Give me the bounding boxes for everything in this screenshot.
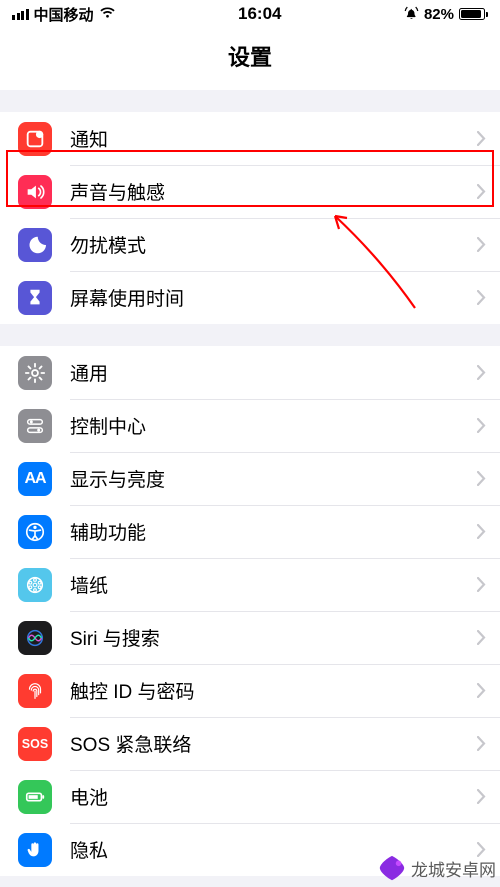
row-siri[interactable]: Siri 与搜索 — [0, 611, 500, 664]
aa-icon: AA — [18, 462, 52, 496]
row-screentime[interactable]: 屏幕使用时间 — [0, 271, 500, 324]
row-general[interactable]: 通用 — [0, 346, 500, 399]
moon-icon — [18, 228, 52, 262]
notifications-icon — [18, 122, 52, 156]
row-label: 屏幕使用时间 — [70, 284, 477, 311]
row-label: 声音与触感 — [70, 178, 477, 205]
chevron-right-icon — [477, 736, 486, 751]
chevron-right-icon — [477, 630, 486, 645]
chevron-right-icon — [477, 131, 486, 146]
signal-icon — [12, 9, 29, 20]
chevron-right-icon — [477, 290, 486, 305]
status-bar: 中国移动 16:04 82% — [0, 0, 500, 28]
row-label: 勿扰模式 — [70, 231, 477, 258]
gear-icon — [18, 356, 52, 390]
watermark-text: 龙城安卓网 — [411, 856, 496, 881]
chevron-right-icon — [477, 184, 486, 199]
hand-icon — [18, 833, 52, 867]
carrier-label: 中国移动 — [34, 4, 94, 25]
sos-icon: SOS — [18, 727, 52, 761]
row-touchid[interactable]: 触控 ID 与密码 — [0, 664, 500, 717]
wifi-icon — [99, 6, 116, 23]
settings-group-1: 通知 声音与触感 勿扰模式 屏幕使用时间 — [0, 112, 500, 324]
status-time: 16:04 — [238, 4, 281, 24]
switches-icon — [18, 409, 52, 443]
row-label: SOS 紧急联络 — [70, 730, 477, 757]
row-label: 显示与亮度 — [70, 465, 477, 492]
sound-icon — [18, 175, 52, 209]
row-label: 墙纸 — [70, 571, 477, 598]
row-sounds[interactable]: 声音与触感 — [0, 165, 500, 218]
page-title: 设置 — [0, 28, 500, 90]
chevron-right-icon — [477, 577, 486, 592]
accessibility-icon — [18, 515, 52, 549]
fingerprint-icon — [18, 674, 52, 708]
row-label: 触控 ID 与密码 — [70, 677, 477, 704]
row-display[interactable]: AA 显示与亮度 — [0, 452, 500, 505]
chevron-right-icon — [477, 471, 486, 486]
watermark: 龙城安卓网 — [377, 853, 496, 883]
row-dnd[interactable]: 勿扰模式 — [0, 218, 500, 271]
hourglass-icon — [18, 281, 52, 315]
row-wallpaper[interactable]: 墙纸 — [0, 558, 500, 611]
row-label: 通知 — [70, 125, 477, 152]
status-right: 82% — [404, 5, 488, 24]
alarm-icon — [404, 5, 419, 24]
row-label: 辅助功能 — [70, 518, 477, 545]
row-battery[interactable]: 电池 — [0, 770, 500, 823]
row-notifications[interactable]: 通知 — [0, 112, 500, 165]
row-label: Siri 与搜索 — [70, 624, 477, 651]
row-controlcenter[interactable]: 控制中心 — [0, 399, 500, 452]
chevron-right-icon — [477, 365, 486, 380]
watermark-icon — [377, 853, 407, 883]
chevron-right-icon — [477, 683, 486, 698]
row-label: 通用 — [70, 359, 477, 386]
row-accessibility[interactable]: 辅助功能 — [0, 505, 500, 558]
row-sos[interactable]: SOS SOS 紧急联络 — [0, 717, 500, 770]
battery-icon — [18, 780, 52, 814]
chevron-right-icon — [477, 237, 486, 252]
chevron-right-icon — [477, 789, 486, 804]
battery-icon — [459, 8, 488, 20]
row-label: 电池 — [70, 783, 477, 810]
status-left: 中国移动 — [12, 4, 116, 25]
battery-percent: 82% — [424, 6, 454, 23]
chevron-right-icon — [477, 418, 486, 433]
wallpaper-icon — [18, 568, 52, 602]
siri-icon — [18, 621, 52, 655]
row-label: 控制中心 — [70, 412, 477, 439]
chevron-right-icon — [477, 524, 486, 539]
settings-group-2: 通用 控制中心 AA 显示与亮度 辅助功能 墙纸 Siri 与搜索 — [0, 346, 500, 876]
